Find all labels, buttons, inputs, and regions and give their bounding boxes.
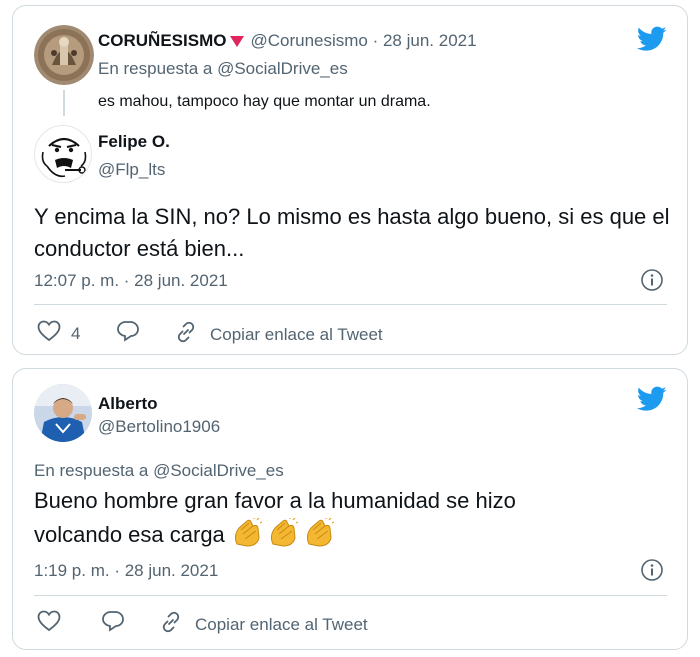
tweet-timestamp[interactable]: 12:07 p. m. · 28 jun. 2021 <box>34 271 228 291</box>
thread-line <box>63 90 65 116</box>
tweet-card-1: CORUÑESISMO @Corunesismo · 28 jun. 2021 E… <box>12 5 688 355</box>
copy-link-button[interactable]: Copiar enlace al Tweet <box>174 320 383 349</box>
reply-context: En respuesta a @SocialDrive_es <box>34 461 284 481</box>
tweet-text-line1: Bueno hombre gran favor a la humanidad s… <box>34 488 516 513</box>
author-name[interactable]: Alberto <box>98 394 158 414</box>
corunesismo-avatar[interactable] <box>34 25 94 85</box>
info-icon[interactable] <box>640 268 664 297</box>
reply-button[interactable] <box>116 320 140 347</box>
divider <box>34 595 667 596</box>
tweet-timestamp[interactable]: 1:19 p. m. · 28 jun. 2021 <box>34 561 218 581</box>
twitter-bird-icon[interactable] <box>636 386 667 417</box>
quoted-reply-context: En respuesta a @SocialDrive_es <box>98 59 348 79</box>
tweet-text-line2-wrap: volcando esa carga <box>34 517 335 557</box>
clapping-hands-icon <box>231 517 263 557</box>
reply-user-link[interactable]: @SocialDrive_es <box>153 461 284 480</box>
reply-icon <box>116 320 140 347</box>
quoted-handle-date[interactable]: @Corunesismo · 28 jun. 2021 <box>250 31 476 50</box>
heart-icon <box>37 320 61 347</box>
tweet-text-line2: volcando esa carga <box>34 522 225 547</box>
like-button[interactable] <box>37 610 61 637</box>
alberto-avatar[interactable] <box>34 384 92 442</box>
copy-link-label: Copiar enlace al Tweet <box>195 614 368 634</box>
copy-link-label: Copiar enlace al Tweet <box>210 324 383 344</box>
reply-button[interactable] <box>101 610 125 637</box>
quoted-tweet-text: es mahou, tampoco hay que montar un dram… <box>98 93 431 110</box>
reply-icon <box>101 610 125 637</box>
author-handle[interactable]: @Bertolino1906 <box>98 417 220 437</box>
reply-user-link[interactable]: @SocialDrive_es <box>217 59 348 78</box>
verified-badge-icon <box>230 35 245 47</box>
author-name[interactable]: Felipe O. <box>98 132 170 152</box>
author-handle[interactable]: @Flp_lts <box>98 160 165 180</box>
divider <box>34 304 667 305</box>
link-icon <box>159 610 183 639</box>
info-icon[interactable] <box>640 558 664 587</box>
reply-prefix: En respuesta a <box>98 59 218 78</box>
tweet-text: Y encima la SIN, no? Lo mismo es hasta a… <box>34 204 670 261</box>
clapping-hands-icon <box>267 517 299 557</box>
felipe-avatar[interactable] <box>34 125 92 183</box>
quoted-author-name[interactable]: CORUÑESISMO <box>98 31 226 50</box>
twitter-bird-icon[interactable] <box>636 26 667 57</box>
reply-prefix: En respuesta a <box>34 461 154 480</box>
quoted-header: CORUÑESISMO @Corunesismo · 28 jun. 2021 <box>98 31 477 51</box>
link-icon <box>174 320 198 349</box>
tweet-card-2: Alberto @Bertolino1906 En respuesta a @S… <box>12 368 688 650</box>
like-button[interactable]: 4 <box>37 320 80 347</box>
copy-link-button[interactable]: Copiar enlace al Tweet <box>159 610 368 639</box>
heart-icon <box>37 610 61 637</box>
like-count: 4 <box>71 323 81 343</box>
clapping-hands-icon <box>303 517 335 557</box>
